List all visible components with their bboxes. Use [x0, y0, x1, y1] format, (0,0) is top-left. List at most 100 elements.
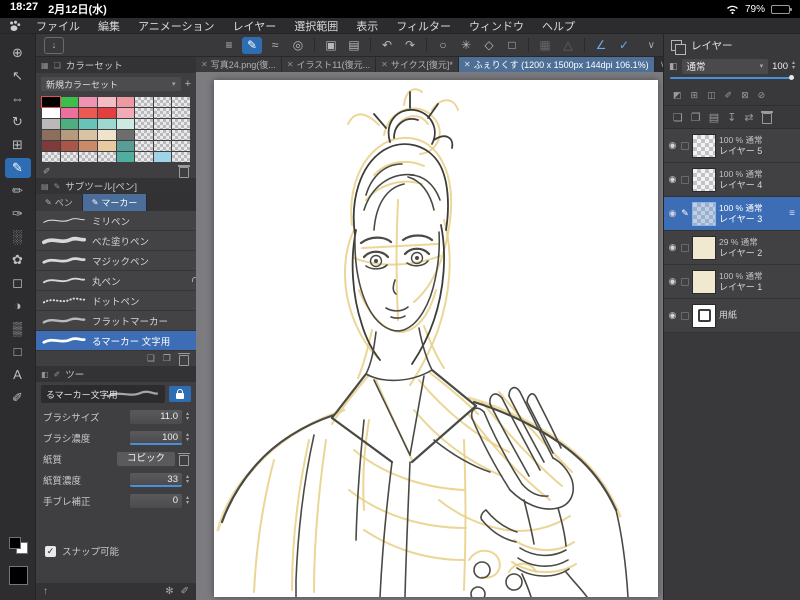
- layer-row[interactable]: ◉ 29 % 通常 レイヤー 2: [664, 231, 800, 265]
- layer-opacity-value[interactable]: 100: [772, 61, 788, 72]
- color-swatch[interactable]: [97, 108, 116, 118]
- visibility-eye-icon[interactable]: ◉: [667, 174, 678, 185]
- lock-transparent-pixels-icon[interactable]: ◫: [707, 90, 716, 101]
- subtool-tab-icon[interactable]: ▤: [41, 182, 49, 191]
- duplicate-subtool-icon[interactable]: ❏: [147, 353, 155, 364]
- collapse-panel-icon[interactable]: ↑: [43, 586, 48, 597]
- delete-subtool-icon[interactable]: [178, 352, 190, 366]
- text-tool-icon[interactable]: A: [5, 365, 31, 385]
- lock-settings-button[interactable]: [169, 386, 191, 402]
- menu-file[interactable]: ファイル: [27, 18, 89, 34]
- special-ruler-icon[interactable]: ✳: [456, 37, 476, 54]
- menu-layer[interactable]: レイヤー: [224, 18, 286, 34]
- deselect-icon[interactable]: ○: [433, 37, 453, 54]
- menu-help[interactable]: ヘルプ: [533, 18, 584, 34]
- set-as-draft-icon[interactable]: ⊠: [741, 90, 749, 101]
- color-swatch[interactable]: [42, 152, 60, 162]
- canvas-tab[interactable]: ✕ イラスト11(復元...: [281, 57, 377, 72]
- color-swatch[interactable]: [135, 97, 153, 107]
- new-raster-layer-icon[interactable]: ❏: [673, 111, 683, 124]
- close-tab-icon[interactable]: ✕: [201, 60, 208, 69]
- colorset-tab-icon[interactable]: ▦: [41, 61, 49, 70]
- color-swatch[interactable]: [172, 97, 190, 107]
- subtool-item[interactable]: フラットマーカー: [36, 311, 196, 331]
- edit-tool-icon[interactable]: ✎: [242, 36, 262, 54]
- ruler-icon[interactable]: △: [558, 37, 578, 54]
- colorset-select[interactable]: 新規カラーセット ▾: [41, 77, 181, 91]
- layer-check[interactable]: [681, 175, 689, 184]
- layer-row[interactable]: ◉ 100 % 通常 レイヤー 4: [664, 163, 800, 197]
- paper-texture-button[interactable]: コピック: [116, 451, 175, 466]
- color-swatch[interactable]: [79, 141, 97, 151]
- layer-check[interactable]: [681, 311, 689, 320]
- stabilization-input[interactable]: 0: [129, 493, 182, 508]
- color-swatch[interactable]: [172, 130, 190, 140]
- reference-layer-icon[interactable]: ⊘: [758, 90, 766, 101]
- subtool-item[interactable]: べた塗りペン: [36, 231, 196, 251]
- command-bar-menu-icon[interactable]: ≡: [219, 37, 239, 54]
- color-swatch[interactable]: [42, 108, 60, 118]
- close-tab-icon[interactable]: ✕: [287, 60, 294, 69]
- color-swatch[interactable]: [116, 152, 135, 162]
- current-color-swatch[interactable]: [9, 566, 28, 585]
- color-swatch[interactable]: [79, 97, 97, 107]
- figure-tool-icon[interactable]: □: [5, 342, 31, 362]
- color-swatch[interactable]: [79, 108, 97, 118]
- snap-angle-icon[interactable]: ∠: [591, 37, 611, 54]
- snap-checkbox[interactable]: ✓: [45, 545, 56, 557]
- transfer-down-icon[interactable]: ↧: [727, 111, 736, 124]
- layer-row-selected[interactable]: ◉ ✎ 100 % 通常 レイヤー 3 ≡: [664, 197, 800, 231]
- stabilization-stepper[interactable]: ▴ ▾: [186, 495, 189, 506]
- snap-enabled-icon[interactable]: ✓: [614, 37, 634, 54]
- color-swatch[interactable]: [97, 152, 116, 162]
- color-swatch[interactable]: [172, 141, 190, 151]
- canvas-tab[interactable]: ✕ サイクス[復元]*: [376, 57, 459, 72]
- merge-down-icon[interactable]: ⇄: [744, 111, 753, 124]
- new-vector-layer-icon[interactable]: ❐: [691, 111, 701, 124]
- hand-tool-icon[interactable]: ⇔: [5, 89, 31, 109]
- subtool-pen-icon[interactable]: ✎: [54, 182, 61, 191]
- zoom-tool-icon[interactable]: ⊕: [5, 43, 31, 63]
- color-swatch[interactable]: [41, 96, 61, 108]
- layer-palette-icon[interactable]: [671, 39, 686, 55]
- brush-tool-icon[interactable]: ✑: [5, 204, 31, 224]
- crop-icon[interactable]: □: [502, 37, 522, 54]
- airbrush-tool-icon[interactable]: ░: [5, 227, 31, 247]
- drag-handle-icon[interactable]: ≡: [789, 208, 797, 219]
- color-swatch[interactable]: [60, 152, 79, 162]
- visibility-eye-icon[interactable]: ◉: [667, 310, 678, 321]
- visibility-eye-icon[interactable]: ◉: [667, 276, 678, 287]
- color-swatch[interactable]: [79, 152, 97, 162]
- menu-window[interactable]: ウィンドウ: [460, 18, 533, 34]
- export-icon[interactable]: ▤: [344, 37, 364, 54]
- clip-to-layer-below-icon[interactable]: ◩: [673, 90, 682, 101]
- color-swatch[interactable]: [153, 130, 172, 140]
- pen-tool-icon[interactable]: ✎: [4, 158, 31, 178]
- delete-color-icon[interactable]: [178, 165, 190, 178]
- color-swatch[interactable]: [116, 141, 135, 151]
- layer-row[interactable]: ◉ 100 % 通常 レイヤー 1: [664, 265, 800, 299]
- color-swatch[interactable]: [135, 119, 153, 129]
- wrench-icon[interactable]: ✻: [165, 586, 173, 597]
- eyedropper-tool-icon[interactable]: ✐: [5, 388, 31, 408]
- color-swatch[interactable]: [135, 152, 153, 162]
- layer-row[interactable]: ◉ 100 % 通常 レイヤー 5: [664, 129, 800, 163]
- tabbar-chevron-icon[interactable]: ∨: [655, 59, 663, 70]
- toolprop-tab-icon[interactable]: ◧: [41, 370, 49, 379]
- brush-size-stepper[interactable]: ▴ ▾: [186, 411, 189, 422]
- menu-view[interactable]: 表示: [347, 18, 387, 34]
- color-swatch[interactable]: [116, 130, 135, 140]
- opacity-slider[interactable]: [664, 75, 800, 86]
- color-swatch[interactable]: [172, 152, 190, 162]
- color-swatch[interactable]: [153, 119, 172, 129]
- blend-tool-icon[interactable]: ◑: [5, 296, 31, 316]
- remove-texture-icon[interactable]: [178, 452, 190, 466]
- brush-density-input[interactable]: 100: [129, 430, 182, 445]
- pencil-tool-icon[interactable]: ✏: [5, 181, 31, 201]
- color-swatch[interactable]: [153, 97, 172, 107]
- menu-animation[interactable]: アニメーション: [129, 18, 224, 34]
- color-swatch[interactable]: [42, 119, 60, 129]
- brush-settings-icon[interactable]: ✐: [54, 370, 61, 379]
- subtool-group-tab-pen[interactable]: ✎ ペン: [36, 194, 83, 211]
- brush-size-input[interactable]: 11.0: [129, 409, 182, 424]
